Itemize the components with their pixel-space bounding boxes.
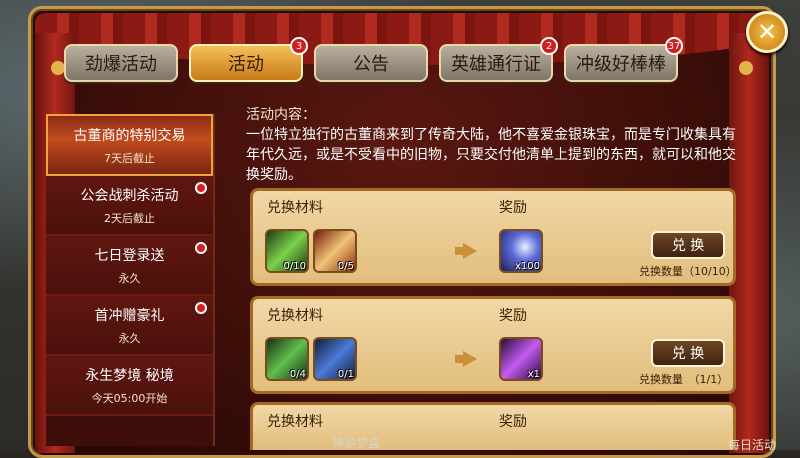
item-count: 0/10: [283, 261, 306, 272]
event-item-first-recharge[interactable]: 首冲赠豪礼 永久: [46, 296, 213, 356]
book-icon[interactable]: 0/5: [313, 229, 357, 273]
tab-bar: 劲爆活动 活动 3 公告 英雄通行证 2 冲级好棒棒 37: [64, 37, 683, 82]
event-item-seven-day-login[interactable]: 七日登录送 永久: [46, 236, 213, 296]
arrow-right-icon: [455, 243, 477, 259]
tab-label: 活动: [228, 54, 264, 75]
blue-card-icon[interactable]: 0/1: [313, 337, 357, 381]
red-dot-icon: [195, 182, 207, 194]
tab-announcements[interactable]: 公告: [314, 44, 428, 82]
event-title: 七日登录送: [94, 247, 165, 264]
item-count: x100: [514, 261, 540, 272]
event-deadline: 永久: [118, 271, 141, 285]
event-title: 首冲赠豪礼: [94, 307, 165, 324]
tab-label: 冲级好棒棒: [576, 54, 666, 75]
content-heading: 活动内容：: [246, 107, 316, 123]
materials-label: 兑换材料: [267, 200, 323, 216]
red-dot-icon: [195, 302, 207, 314]
notification-badge: 37: [665, 37, 683, 55]
event-description: 一位特立独行的古董商来到了传奇大陆，他不喜爱金银珠宝，而是专门收集具有年代久远，…: [246, 127, 736, 183]
tassel-icon: [739, 61, 753, 75]
tab-hero-pass[interactable]: 英雄通行证 2: [439, 37, 558, 82]
exchange-count: 兑换数量（10/10）: [639, 265, 737, 278]
event-item-eternal-dream[interactable]: 永生梦境 秘境 今天05:00开始: [46, 356, 213, 416]
green-card-icon[interactable]: 0/4: [265, 337, 309, 381]
event-item-antique-trade[interactable]: 古董商的特别交易 7天后截止: [46, 114, 213, 176]
close-icon: ✕: [756, 18, 778, 46]
event-item-guild-assassination[interactable]: 公会战刺杀活动 2天后截止: [46, 176, 213, 236]
reward-label: 奖励: [499, 414, 527, 430]
exchange-count: 兑换数量 （1/1）: [639, 373, 729, 386]
purple-card-icon[interactable]: x1: [499, 337, 543, 381]
tab-level-up[interactable]: 冲级好棒棒 37: [564, 37, 683, 82]
tassel-icon: [51, 61, 65, 75]
arrow-right-icon: [455, 351, 477, 367]
event-title: 公会战刺杀活动: [80, 187, 179, 204]
event-title: 古董商的特别交易: [73, 127, 186, 144]
reward-label: 奖励: [499, 308, 527, 324]
background-hint-text: 神谕梦盒: [332, 436, 381, 450]
exchange-card: 兑换材料 奖励 0/10 0/5 x100 兑 换 兑换数量（10/10）: [250, 188, 737, 286]
event-title: 永生梦境 秘境: [85, 367, 174, 384]
materials-label: 兑换材料: [267, 308, 323, 324]
event-deadline: 永久: [118, 331, 141, 345]
green-scroll-icon[interactable]: 0/10: [265, 229, 309, 273]
event-list: 古董商的特别交易 7天后截止 公会战刺杀活动 2天后截止 七日登录送 永久 首冲…: [46, 114, 215, 446]
tab-events[interactable]: 活动 3: [189, 37, 308, 82]
close-button[interactable]: ✕: [746, 11, 788, 53]
item-count: 0/1: [337, 369, 354, 380]
notification-badge: 3: [290, 37, 308, 55]
exchange-button[interactable]: 兑 换: [651, 231, 725, 259]
exchange-card: 兑换材料 奖励: [250, 402, 736, 450]
tab-label: 劲爆活动: [85, 54, 157, 75]
event-deadline: 今天05:00开始: [91, 391, 168, 405]
item-count: 0/4: [289, 369, 306, 380]
red-dot-icon: [195, 242, 207, 254]
item-count: 0/5: [337, 261, 354, 272]
event-deadline: 7天后截止: [104, 151, 155, 165]
exchange-card: 兑换材料 奖励 0/4 0/1 x1 兑 换 兑换数量 （1/1）: [250, 296, 736, 394]
tab-label: 英雄通行证: [451, 54, 541, 75]
materials-label: 兑换材料: [267, 414, 323, 430]
event-deadline: 2天后截止: [104, 211, 155, 225]
daily-events-hint: 每日活动: [728, 438, 777, 452]
tab-hot-events[interactable]: 劲爆活动: [64, 44, 178, 82]
blue-crescent-icon[interactable]: x100: [499, 229, 543, 273]
tab-label: 公告: [353, 54, 389, 75]
notification-badge: 2: [540, 37, 558, 55]
exchange-button[interactable]: 兑 换: [651, 339, 725, 367]
reward-label: 奖励: [499, 200, 527, 216]
item-count: x1: [527, 369, 540, 380]
